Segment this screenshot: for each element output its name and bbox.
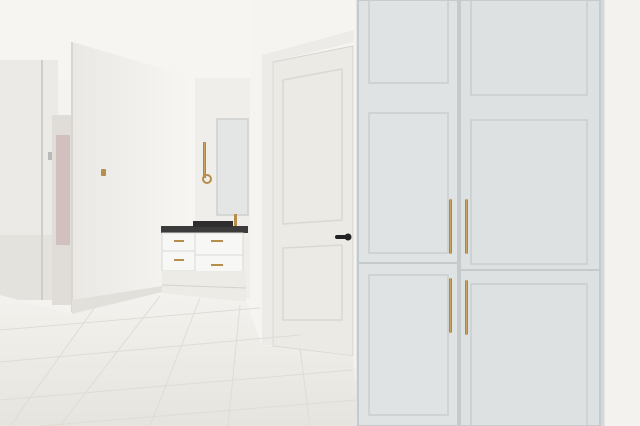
cabinet-handle-upper-left: [449, 199, 452, 254]
cabinet-handle-lower-right: [465, 280, 468, 335]
cabinet-handle-upper-right: [465, 199, 468, 254]
right-wall: [603, 0, 640, 426]
interior-door: [272, 45, 354, 357]
bathroom-illustration: [0, 0, 640, 426]
bathroom-photo: [0, 0, 640, 426]
vanity-mirror: [216, 118, 249, 216]
vanity-cabinet: [161, 214, 248, 301]
cabinet-handle-lower-left: [449, 278, 452, 333]
brass-hook-icon: [101, 169, 106, 176]
linen-cabinet: [356, 0, 606, 426]
